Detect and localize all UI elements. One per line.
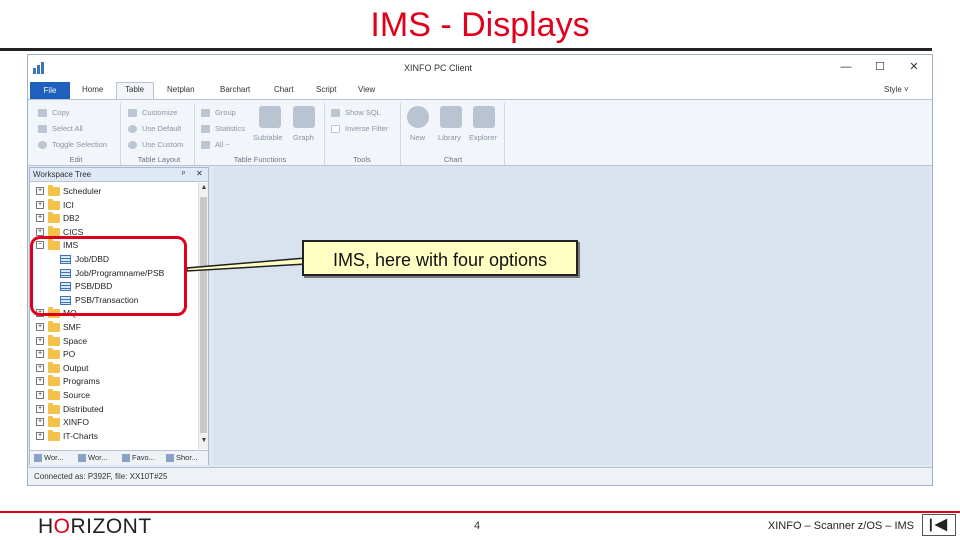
callout-text: IMS, here with four options	[332, 250, 548, 270]
callout-box: IMS, here with four options	[302, 240, 578, 276]
navigation-icon[interactable]	[922, 514, 956, 536]
footer-rule	[0, 511, 960, 513]
horizont-logo: HORIZONT	[38, 515, 152, 539]
ims-highlight-box	[30, 236, 187, 316]
footer-product-text: XINFO – Scanner z/OS – IMS	[767, 520, 914, 532]
logo-h: H	[38, 515, 54, 538]
logo-rest: RIZONT	[70, 515, 152, 538]
page-number: 4	[474, 520, 481, 532]
logo-o: O	[53, 515, 71, 538]
slide: IMS - Displays XINFO PC Client — ☐ ✕ Fil…	[0, 0, 960, 540]
